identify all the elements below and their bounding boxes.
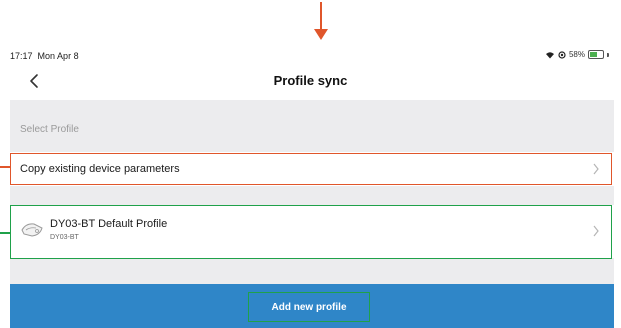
status-time-date: 17:17 Mon Apr 8 [10,51,79,61]
profile-model: DY03-BT [50,234,79,241]
annotation-arrow-head-icon [314,29,328,40]
annotation-leader-green [0,232,10,234]
copy-device-parameters-row[interactable]: Copy existing device parameters [10,152,614,186]
profile-name: DY03-BT Default Profile [50,218,168,230]
battery-fill [590,52,597,57]
page-title: Profile sync [273,73,348,88]
chevron-right-icon [593,163,599,175]
section-label: Select Profile [20,124,79,135]
profile-list-item[interactable]: DY03-BT Default Profile DY03-BT [10,205,614,258]
status-date: Mon Apr 8 [37,51,79,61]
add-new-profile-button[interactable]: Add new profile [248,292,370,322]
copy-device-parameters-label: Copy existing device parameters [20,163,180,175]
status-indicators: 58% [545,50,609,59]
device-icon [21,223,43,237]
battery-tip [607,52,609,57]
wifi-icon [545,51,554,58]
battery-icon [588,50,604,59]
annotation-arrow-line [320,2,322,30]
status-time: 17:17 [10,51,33,61]
location-icon [558,50,566,59]
battery-percent: 58% [568,50,585,59]
annotation-leader-orange [0,166,10,168]
chevron-right-icon [593,225,599,237]
